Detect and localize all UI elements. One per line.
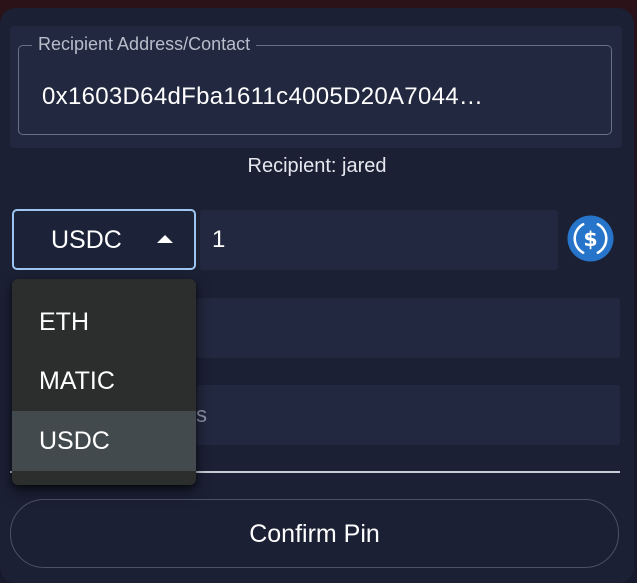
confirm-pin-button[interactable]: Confirm Pin bbox=[10, 499, 619, 568]
dropdown-item-matic[interactable]: MATIC bbox=[12, 351, 196, 411]
recipient-address-input[interactable]: 0x1603D64dFba1611c4005D20A7044… bbox=[42, 82, 483, 112]
amount-input[interactable]: 1 bbox=[200, 210, 558, 270]
usdc-icon: $ bbox=[567, 215, 614, 262]
send-page: Recipient Address/Contact 0x1603D64dFba1… bbox=[0, 0, 637, 583]
token-select[interactable]: USDC bbox=[12, 209, 196, 270]
fee-input-text: s bbox=[196, 402, 207, 427]
recipient-label: Recipient Address/Contact bbox=[32, 34, 257, 54]
caret-up-icon bbox=[157, 235, 173, 243]
dropdown-item-usdc[interactable]: USDC bbox=[12, 411, 196, 471]
recipient-name-caption: Recipient: jared bbox=[247, 155, 387, 177]
confirm-pin-label: Confirm Pin bbox=[249, 520, 380, 548]
dropdown-item-label: ETH bbox=[39, 308, 89, 336]
svg-text:$: $ bbox=[583, 227, 597, 251]
fee-input[interactable]: s bbox=[196, 385, 620, 445]
amount-value: 1 bbox=[212, 226, 226, 253]
token-select-value: USDC bbox=[51, 226, 122, 254]
dropdown-item-label: MATIC bbox=[39, 367, 115, 395]
memo-input[interactable] bbox=[196, 298, 620, 358]
token-dropdown-menu: ETH MATIC USDC bbox=[12, 279, 196, 485]
recipient-field[interactable]: Recipient Address/Contact 0x1603D64dFba1… bbox=[10, 26, 622, 148]
dropdown-item-eth[interactable]: ETH bbox=[12, 292, 196, 352]
dropdown-item-label: USDC bbox=[39, 427, 110, 455]
